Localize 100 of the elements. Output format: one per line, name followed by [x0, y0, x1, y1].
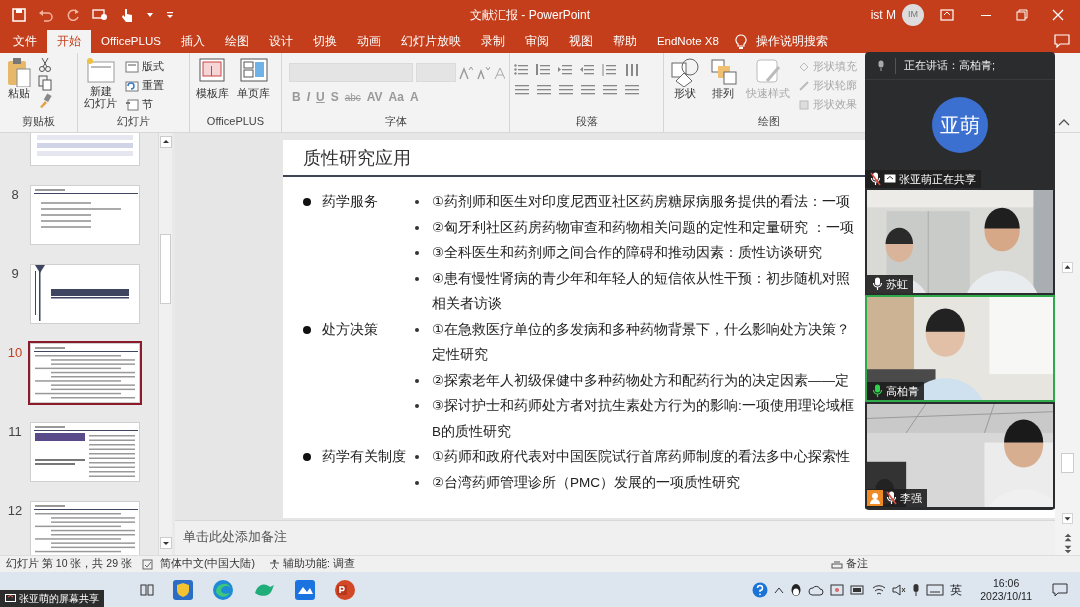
ribbon-tab[interactable]: 插入: [170, 30, 215, 53]
font-name-field[interactable]: [289, 63, 413, 82]
line-spacing-icon[interactable]: [602, 63, 618, 77]
speaker-icon[interactable]: [892, 583, 907, 596]
save-icon[interactable]: [12, 8, 26, 22]
page-library-button[interactable]: 单页库: [235, 57, 272, 114]
redo-icon[interactable]: [66, 8, 80, 22]
slide-number: 8: [11, 187, 19, 202]
ribbon-tab[interactable]: 绘图: [214, 30, 259, 53]
spelling-icon[interactable]: [141, 558, 154, 570]
justify-icon[interactable]: [580, 83, 596, 97]
numbered-list-icon[interactable]: [536, 63, 552, 77]
layout-button[interactable]: 版式: [123, 57, 166, 76]
notes-icon[interactable]: [830, 559, 843, 569]
section-button[interactable]: 节: [123, 95, 166, 114]
fill-icon: [798, 60, 810, 73]
microphone-icon[interactable]: [877, 59, 885, 72]
scroll-thumb[interactable]: [160, 234, 171, 304]
scroll-up-icon[interactable]: [159, 136, 172, 148]
ribbon-tab[interactable]: 录制: [470, 30, 515, 53]
task-view-icon[interactable]: [140, 582, 154, 597]
accessibility-status[interactable]: 辅助功能: 调查: [282, 556, 355, 572]
help-icon[interactable]: [752, 581, 769, 598]
screen-share-badge[interactable]: 张亚萌的屏幕共享: [0, 590, 104, 607]
align-center-icon[interactable]: [536, 83, 552, 97]
tell-me-search[interactable]: 操作说明搜索: [752, 30, 831, 53]
ribbon-tab[interactable]: 切换: [302, 30, 347, 53]
scroll-thumb[interactable]: [1061, 452, 1074, 474]
meeting-app-icon[interactable]: [294, 578, 316, 601]
ribbon-tab[interactable]: EndNote X8: [646, 30, 729, 53]
indent-icon[interactable]: [558, 63, 574, 77]
bullet-list-icon[interactable]: [514, 63, 530, 77]
new-slide-button[interactable]: 新建 幻灯片: [82, 57, 119, 114]
shrink-font-icon[interactable]: [476, 65, 490, 80]
scroll-up-icon[interactable]: [1061, 262, 1074, 273]
slide-thumbnail[interactable]: [30, 185, 140, 245]
lightbulb-icon[interactable]: [734, 33, 747, 50]
format-button[interactable]: abc: [341, 89, 364, 105]
columns-icon[interactable]: [602, 83, 618, 97]
touch-icon[interactable]: [120, 7, 134, 23]
format-button[interactable]: S: [327, 88, 342, 106]
language-status[interactable]: 简体中文(中国大陆): [159, 556, 255, 572]
undo-icon[interactable]: [38, 8, 54, 22]
shield-app-icon[interactable]: [172, 578, 194, 601]
maximize-icon[interactable]: [1016, 9, 1028, 21]
ribbon-tab[interactable]: 幻灯片放映: [390, 30, 471, 53]
battery-icon[interactable]: [850, 584, 867, 595]
presenter-icon[interactable]: [92, 8, 108, 22]
slide-thumbnail[interactable]: [30, 343, 140, 403]
format-button[interactable]: U: [313, 88, 328, 106]
comment-icon[interactable]: [1054, 34, 1070, 48]
format-button[interactable]: I: [303, 88, 313, 106]
accessibility-icon[interactable]: [268, 558, 280, 570]
copy-icon[interactable]: [38, 75, 52, 91]
ribbon-tab[interactable]: 文件: [3, 30, 47, 53]
indent-icon[interactable]: [580, 63, 596, 77]
chevron-up-icon[interactable]: [774, 585, 785, 594]
ribbon-tab[interactable]: 动画: [346, 30, 391, 53]
cloud-icon[interactable]: [808, 583, 825, 596]
ribbon-tab[interactable]: 设计: [258, 30, 303, 53]
ribbon-tab[interactable]: 开始: [47, 30, 91, 53]
ribbon-tab[interactable]: 帮助: [602, 30, 647, 53]
template-library-button[interactable]: 模板库: [194, 57, 231, 114]
slide-thumbnail[interactable]: [30, 264, 140, 324]
input-method[interactable]: 英: [950, 580, 963, 599]
powerpoint-icon[interactable]: [334, 578, 356, 601]
microphone-icon[interactable]: [912, 582, 921, 597]
taskbar-clock[interactable]: 16:06 2023/10/11: [980, 576, 1032, 603]
scroll-down-icon[interactable]: [1061, 513, 1074, 524]
format-painter-icon[interactable]: [38, 93, 52, 109]
slide-thumbnail[interactable]: [30, 501, 140, 555]
grow-font-icon[interactable]: [459, 65, 473, 80]
ribbon-display-icon[interactable]: [940, 9, 954, 21]
ribbon-tab[interactable]: OfficePLUS: [91, 30, 171, 53]
notes-placeholder[interactable]: 单击此处添加备注: [183, 530, 287, 544]
align-text-icon[interactable]: [624, 83, 640, 97]
shapes-button[interactable]: 形状: [668, 57, 702, 114]
notes-button[interactable]: 备注: [845, 556, 868, 572]
app-tray-icon[interactable]: [830, 582, 845, 597]
browser-icon[interactable]: [212, 578, 234, 601]
reset-button[interactable]: 重置: [123, 76, 166, 95]
paste-button[interactable]: 粘贴: [4, 57, 34, 114]
caret-icon[interactable]: [146, 12, 154, 18]
penguin-icon[interactable]: [790, 582, 803, 597]
account-avatar[interactable]: IM: [902, 4, 924, 26]
font-size-field[interactable]: [416, 63, 456, 82]
cut-icon[interactable]: [38, 57, 52, 73]
ribbon-tab[interactable]: 审阅: [514, 30, 559, 53]
collapse-ribbon-icon[interactable]: [1058, 118, 1070, 126]
align-left-icon[interactable]: [514, 83, 530, 97]
slide-thumbnail[interactable]: [30, 422, 140, 482]
scroll-down-icon[interactable]: [159, 537, 172, 549]
align-right-icon[interactable]: [558, 83, 574, 97]
keyboard-icon[interactable]: [926, 583, 945, 596]
arrange-button[interactable]: 排列: [706, 57, 740, 114]
close-icon[interactable]: [1052, 9, 1064, 21]
wifi-icon[interactable]: [872, 583, 887, 596]
customize-icon[interactable]: [166, 11, 174, 19]
ribbon-tab[interactable]: 视图: [558, 30, 603, 53]
notification-icon[interactable]: [1052, 582, 1068, 597]
